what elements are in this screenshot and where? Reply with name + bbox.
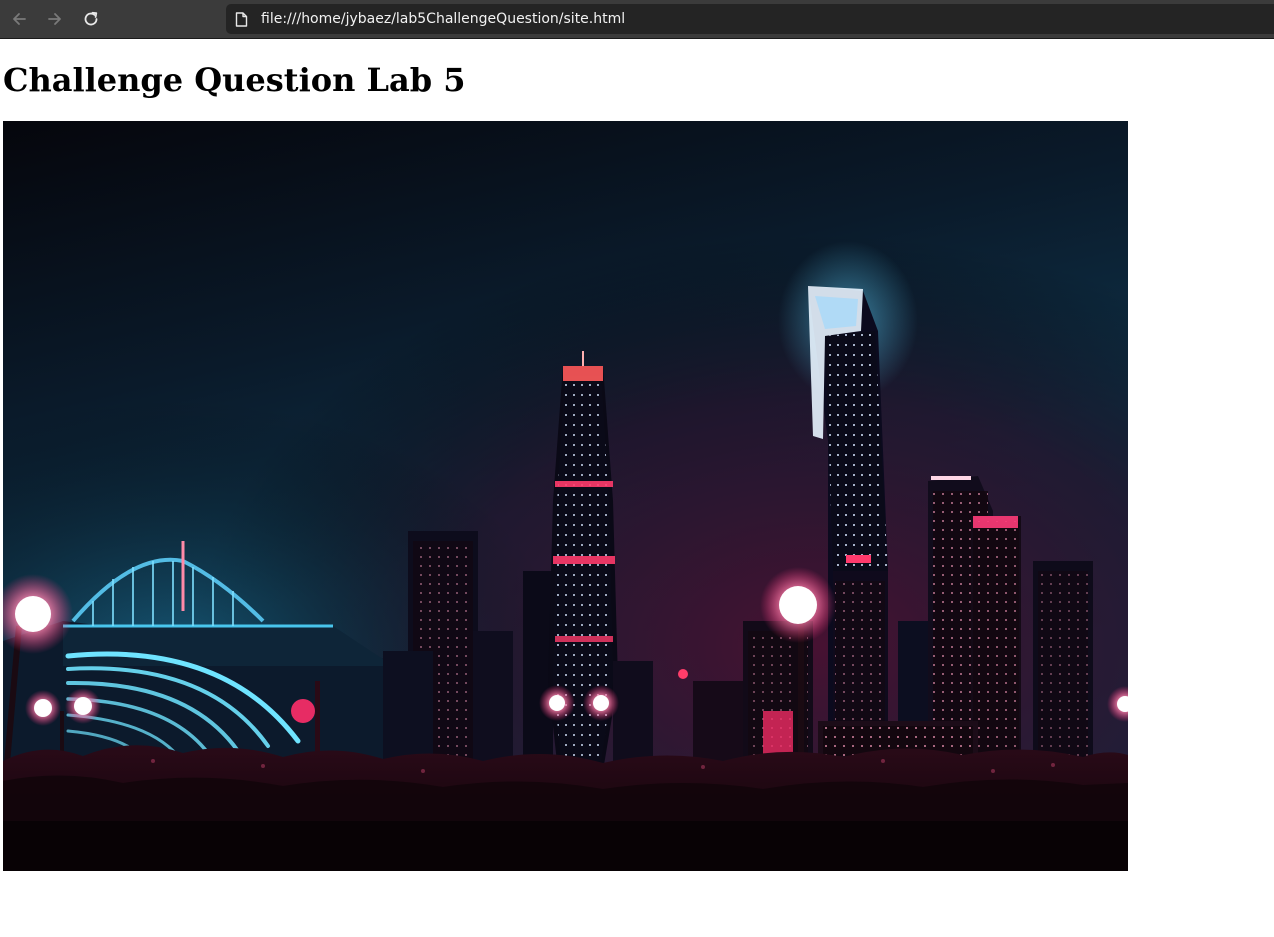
arrow-right-icon (46, 10, 64, 28)
back-button[interactable] (5, 6, 33, 32)
city-skyline-image (3, 121, 1128, 871)
page-file-icon (235, 11, 249, 27)
arrow-left-icon (10, 10, 28, 28)
reload-button[interactable] (77, 6, 105, 32)
address-bar[interactable]: file:///home/jybaez/lab5ChallengeQuestio… (226, 4, 1274, 34)
reload-icon (82, 10, 100, 28)
page-content: Challenge Question Lab 5 (0, 40, 1274, 937)
url-text[interactable]: file:///home/jybaez/lab5ChallengeQuestio… (261, 11, 625, 27)
forward-button[interactable] (41, 6, 69, 32)
page-title: Challenge Question Lab 5 (3, 61, 466, 99)
browser-toolbar: file:///home/jybaez/lab5ChallengeQuestio… (0, 0, 1274, 39)
